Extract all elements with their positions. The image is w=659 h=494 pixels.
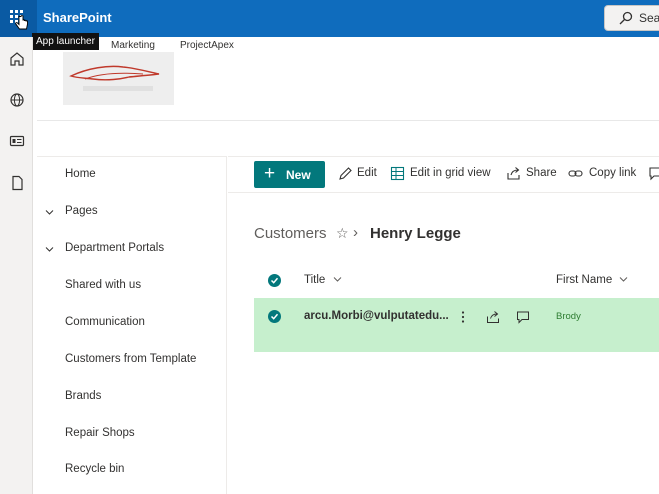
table-row[interactable]: arcu.Morbi@vulputatedu... Brody [254, 298, 659, 352]
share-icon[interactable] [486, 310, 500, 324]
chevron-right-icon: › [353, 224, 358, 241]
app-launcher-tooltip: App launcher [32, 33, 99, 50]
nav-item-pages[interactable]: Pages [65, 205, 98, 217]
cell-first-name[interactable]: Brody [556, 311, 581, 322]
car-logo-icon [69, 65, 160, 91]
header-divider [37, 120, 659, 121]
column-title-label: Title [304, 274, 326, 286]
nav-item-customers-from-template[interactable]: Customers from Template [65, 353, 196, 365]
checkmark-icon [270, 277, 279, 284]
suite-bar: SharePoint Sea [0, 0, 659, 37]
grid-icon[interactable] [390, 166, 405, 181]
link-icon[interactable] [568, 166, 583, 181]
edit-in-grid-view-button[interactable]: Edit in grid view [410, 167, 491, 179]
search-placeholder: Sea [639, 11, 659, 25]
comment-icon[interactable] [516, 310, 530, 324]
copy-link-button[interactable]: Copy link [589, 167, 636, 179]
checkmark-icon [270, 313, 279, 320]
list-header-row: Title First Name [254, 262, 659, 298]
column-header-title[interactable]: Title [304, 274, 342, 286]
breadcrumb-current-item: Henry Legge [370, 225, 461, 242]
chevron-down-icon[interactable] [45, 208, 54, 217]
app-name[interactable]: SharePoint [43, 10, 112, 25]
plus-icon: + [264, 163, 276, 184]
search-box[interactable]: Sea [604, 5, 659, 31]
comment-icon[interactable] [648, 166, 659, 181]
nav-item-communication[interactable]: Communication [65, 316, 145, 328]
row-select-checkbox[interactable] [268, 310, 281, 323]
site-nav-marketing[interactable]: Marketing [111, 40, 155, 51]
chevron-down-icon [333, 277, 341, 282]
nav-item-department-portals[interactable]: Department Portals [65, 242, 164, 254]
app-bar [0, 37, 33, 494]
news-icon[interactable] [9, 133, 25, 149]
column-header-first-name[interactable]: First Name [556, 274, 628, 286]
nav-item-home[interactable]: Home [65, 168, 96, 180]
column-first-name-label: First Name [556, 274, 613, 286]
star-icon[interactable]: ☆ [336, 225, 349, 242]
file-icon[interactable] [9, 175, 25, 191]
nav-item-shared-with-us[interactable]: Shared with us [65, 279, 141, 291]
nav-item-repair-shops[interactable]: Repair Shops [65, 427, 135, 439]
globe-icon[interactable] [9, 92, 25, 108]
share-icon[interactable] [506, 166, 521, 181]
more-options-icon[interactable] [456, 310, 470, 324]
new-button[interactable]: + New [254, 161, 325, 188]
cell-title[interactable]: arcu.Morbi@vulputatedu... [304, 310, 449, 322]
chevron-down-icon [620, 277, 628, 282]
breadcrumb-list[interactable]: Customers [254, 225, 327, 242]
site-logo[interactable] [63, 52, 174, 105]
home-icon[interactable] [9, 51, 25, 67]
pencil-icon[interactable] [338, 166, 353, 181]
site-nav-projectapex[interactable]: ProjectApex [180, 40, 234, 51]
nav-item-brands[interactable]: Brands [65, 390, 101, 402]
hand-cursor-icon [15, 15, 28, 30]
nav-item-recycle-bin[interactable]: Recycle bin [65, 463, 124, 475]
left-navigation: Home Pages Department Portals Shared wit… [37, 156, 227, 494]
select-all-checkbox[interactable] [268, 274, 281, 287]
command-bar: + New Edit Edit in grid view Share Copy … [228, 156, 659, 193]
chevron-down-icon[interactable] [45, 245, 54, 254]
search-icon [619, 11, 633, 25]
edit-button[interactable]: Edit [357, 167, 377, 179]
new-button-label: New [286, 168, 311, 182]
share-button[interactable]: Share [526, 167, 557, 179]
